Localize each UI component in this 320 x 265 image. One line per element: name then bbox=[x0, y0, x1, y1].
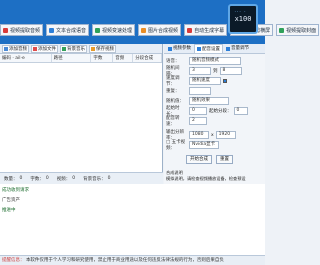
gpu-row: □ 五卡视频： Nvidia显卡 bbox=[164, 140, 265, 151]
resolution-width-input[interactable]: 1080 bbox=[189, 131, 209, 139]
column-header-audio[interactable]: 音频 bbox=[113, 54, 134, 62]
extract-cover-button[interactable]: 视频提取封面 bbox=[276, 24, 320, 36]
volume-icon bbox=[226, 46, 230, 51]
gpu-select[interactable]: Nvidia显卡 bbox=[189, 141, 219, 149]
file-toolbar: 添加音频 添加文件 背景音乐 保存视频 bbox=[0, 44, 162, 54]
text-to-speech-button[interactable]: 文本合成语音 bbox=[46, 24, 90, 36]
top-banner: 视频提取音频 文本合成语音 视频变速处理 图片合成视频 自动生成字幕 画面裁剪横… bbox=[0, 0, 320, 44]
log-line: 广告资产 bbox=[2, 198, 20, 203]
speed-row: 速度调节： 随机速度 bbox=[164, 76, 265, 87]
bgm-button[interactable]: 背景音乐 bbox=[60, 44, 87, 53]
voice-select[interactable]: 随机音频模式 bbox=[189, 57, 241, 65]
log-line: 推进中 bbox=[2, 208, 16, 213]
extract-icon bbox=[279, 27, 285, 33]
start-synthesis-button[interactable]: 开始合成 bbox=[186, 154, 212, 164]
log-line: 成功收到请求 bbox=[2, 188, 29, 193]
shift-row: 配音转速： 2 bbox=[164, 116, 265, 127]
pitch-input[interactable] bbox=[189, 87, 211, 95]
file-icon bbox=[33, 46, 37, 51]
speed-select[interactable]: 随机速度 bbox=[189, 77, 221, 85]
bgm-count: 背景音乐： 0 bbox=[83, 175, 111, 182]
text-merge-icon bbox=[49, 27, 55, 33]
video-count: 视频： 0 bbox=[56, 175, 76, 182]
speed-checkbox[interactable] bbox=[223, 79, 227, 83]
add-icon bbox=[4, 46, 8, 51]
image-to-video-button[interactable]: 图片合成视频 bbox=[138, 24, 182, 36]
logo-text: x100 bbox=[234, 15, 252, 23]
item-count: 数量： 0 bbox=[4, 175, 23, 182]
start-duration-input[interactable]: 0 bbox=[189, 107, 207, 115]
top-toolbar: 视频提取音频 文本合成语音 视频变速处理 图片合成视频 自动生成字幕 画面裁剪横… bbox=[0, 24, 320, 37]
file-list-panel: 添加音频 添加文件 背景音乐 保存视频 编码 · ail·e 路径 字数 音频 … bbox=[0, 44, 163, 184]
split-video-icon bbox=[95, 27, 101, 33]
column-header-id[interactable]: 编码 · ail·e bbox=[0, 54, 52, 62]
voice-shift-input[interactable]: 2 bbox=[189, 117, 207, 125]
notice-label: 提醒信息： bbox=[2, 258, 25, 263]
mic-icon bbox=[197, 47, 201, 51]
save-video-button[interactable]: 保存视频 bbox=[89, 44, 116, 53]
interval-from-input[interactable]: 3 bbox=[189, 67, 211, 75]
stats-bar: 数量： 0 字数： 0 视频： 0 背景音乐： 0 bbox=[0, 172, 163, 184]
word-count: 字数： 0 bbox=[30, 175, 49, 182]
settings-tabs: 视频参数 配音设置 音量调节 bbox=[164, 44, 265, 54]
column-header-path[interactable]: 路径 bbox=[52, 54, 92, 62]
add-file-button[interactable]: 添加文件 bbox=[31, 44, 58, 53]
music-icon bbox=[62, 46, 66, 51]
log-content: 成功收到请求 广告资产 推进中 bbox=[0, 184, 265, 218]
video-icon bbox=[168, 46, 172, 51]
app-logo: ··· · x100 bbox=[228, 4, 258, 34]
save-icon bbox=[91, 46, 95, 51]
tab-video-params[interactable]: 视频参数 bbox=[166, 44, 193, 53]
notice-text: 本软件仅用于个人学习和研究使用，禁止用于商业用途以及任何违反法律法规的行为，否则… bbox=[25, 258, 224, 263]
video-speed-button[interactable]: 视频变速处理 bbox=[92, 24, 136, 36]
action-row: 开始合成 重置 bbox=[164, 154, 265, 164]
subtitle-icon bbox=[187, 27, 193, 33]
log-panel: 成功收到请求 广告资产 推进中 提醒信息： 本软件仅用于个人学习和研究使用，禁止… bbox=[0, 184, 265, 265]
pitch-row: 重复： bbox=[164, 86, 265, 96]
add-audio-button[interactable]: 添加音频 bbox=[2, 44, 29, 53]
column-header-segment[interactable]: 分段合成 bbox=[133, 54, 163, 62]
auto-subtitle-button[interactable]: 自动生成字幕 bbox=[184, 24, 228, 36]
effect-select[interactable]: 随机效果 bbox=[189, 97, 229, 105]
settings-panel: 视频参数 配音设置 音量调节 语音： 随机音频模式 随机间隔： 3 到 8 速度… bbox=[164, 44, 265, 184]
column-header-words[interactable]: 字数 bbox=[91, 54, 114, 62]
resolution-height-input[interactable]: 1920 bbox=[215, 131, 236, 139]
table-header: 编码 · ail·e 路径 字数 音频 分段合成 bbox=[0, 54, 163, 63]
tab-voice-settings[interactable]: 配音设置 bbox=[194, 44, 223, 53]
video-extract-audio-button[interactable]: 视频提取音频 bbox=[0, 24, 44, 36]
logo-dots: ··· · bbox=[234, 9, 247, 14]
image-merge-icon bbox=[141, 27, 147, 33]
reset-button[interactable]: 重置 bbox=[216, 154, 233, 164]
video-search-icon bbox=[3, 27, 8, 33]
interval-to-input[interactable]: 8 bbox=[219, 67, 242, 75]
help-text: 合成说明 模拟说明，请检查视频播放设备，检查预设 bbox=[166, 170, 246, 181]
tab-volume[interactable]: 音量调节 bbox=[224, 44, 251, 53]
notice-bar: 提醒信息： 本软件仅用于个人学习和研究使用，禁止用于商业用途以及任何违反法律法规… bbox=[0, 255, 265, 265]
start-segment-input[interactable]: 0 bbox=[233, 107, 248, 115]
